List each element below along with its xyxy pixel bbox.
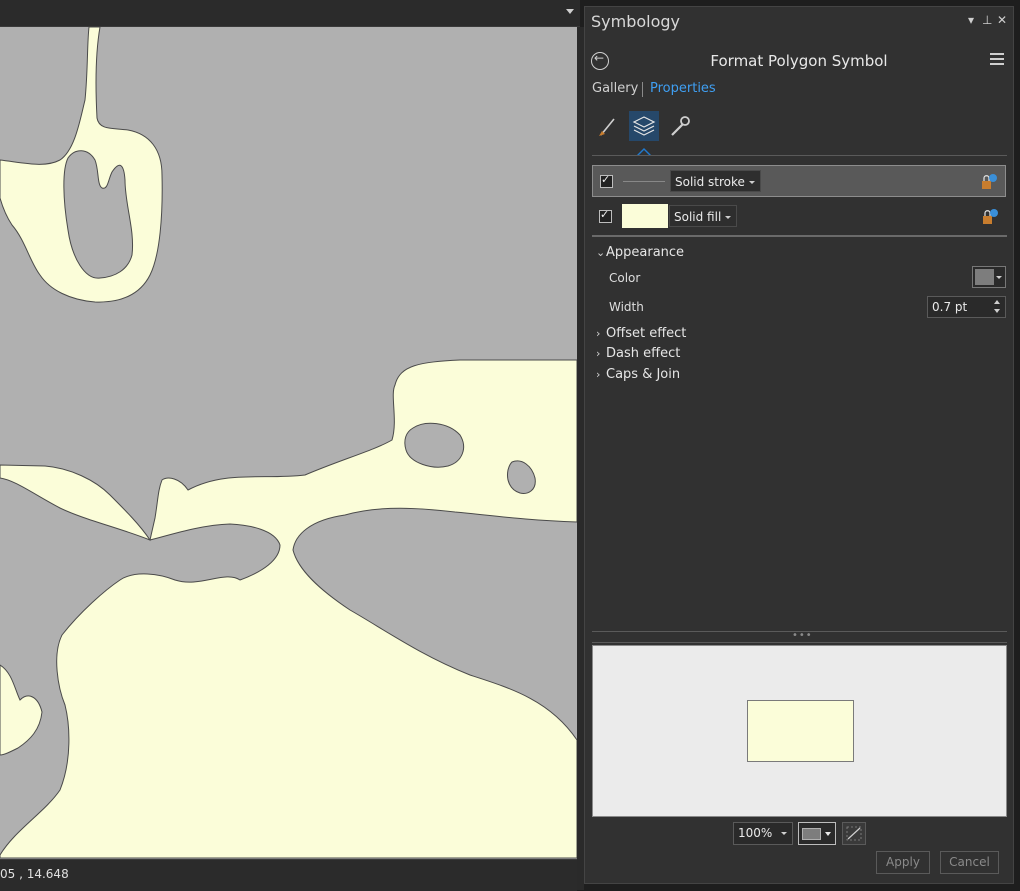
section-dash-effect[interactable]: › Dash effect xyxy=(596,346,680,361)
wrench-icon xyxy=(671,116,690,136)
layers-mode-button[interactable] xyxy=(629,111,659,141)
polygon-main-landmass xyxy=(0,359,577,859)
color-label: Color xyxy=(609,271,641,285)
symbol-layer-fill[interactable]: Solid fill xyxy=(592,201,1006,233)
structure-mode-button[interactable] xyxy=(665,111,695,141)
pane-menu-icon[interactable]: ▾ xyxy=(968,13,974,27)
map-polygons xyxy=(0,27,577,859)
symbol-preview xyxy=(592,645,1007,817)
layers-icon xyxy=(632,116,656,136)
map-view-tab-strip xyxy=(0,0,580,27)
section-label: Caps & Join xyxy=(606,367,681,382)
map-canvas[interactable] xyxy=(0,27,577,859)
paintbrush-icon xyxy=(599,118,615,136)
chevron-right-icon: › xyxy=(596,368,601,381)
hamburger-menu-icon[interactable] xyxy=(990,53,1004,66)
preview-polygon xyxy=(747,700,854,762)
map-view-dropdown-icon[interactable] xyxy=(566,9,574,14)
map-status-bar: 05 , 14.648 xyxy=(0,859,577,891)
stroke-swatch xyxy=(623,181,665,182)
color-picker[interactable] xyxy=(972,266,1006,288)
coordinate-readout: 05 , 14.648 xyxy=(0,867,69,881)
divider xyxy=(592,155,1007,156)
pane-divider[interactable] xyxy=(577,27,584,890)
preview-grid-toggle[interactable] xyxy=(842,822,866,845)
preview-splitter[interactable]: ••• xyxy=(592,631,1007,643)
tab-properties[interactable]: Properties xyxy=(650,81,716,96)
section-appearance[interactable]: ⌄Appearance xyxy=(596,245,684,260)
width-label: Width xyxy=(609,300,644,314)
grid-toggle-icon xyxy=(846,826,862,841)
close-icon[interactable]: ✕ xyxy=(997,13,1007,27)
symbol-mode-button[interactable] xyxy=(593,111,623,141)
width-value: 0.7 pt xyxy=(932,300,968,314)
section-label: Offset effect xyxy=(606,326,687,341)
tab-separator xyxy=(642,82,643,97)
preview-background-select[interactable] xyxy=(798,822,836,845)
chevron-down-icon: ⌄ xyxy=(596,246,606,259)
chevron-right-icon: › xyxy=(596,347,601,360)
color-lock-icon[interactable] xyxy=(982,208,999,225)
tab-gallery[interactable]: Gallery xyxy=(592,81,638,96)
cancel-button[interactable]: Cancel xyxy=(940,851,999,874)
color-lock-icon[interactable] xyxy=(981,173,998,190)
section-label: Appearance xyxy=(606,245,685,260)
section-label: Dash effect xyxy=(606,346,681,361)
divider xyxy=(592,235,1007,237)
pin-icon[interactable]: ⊥ xyxy=(982,13,992,27)
polygon-north-strip xyxy=(0,27,163,303)
color-chip xyxy=(975,269,994,285)
symbology-pane: Symbology ▾ ⊥ ✕ Format Polygon Symbol Ga… xyxy=(584,6,1014,884)
stroke-visibility-checkbox[interactable] xyxy=(600,173,613,188)
width-spinner[interactable] xyxy=(994,300,1002,314)
chevron-right-icon: › xyxy=(596,327,601,340)
background-chip xyxy=(802,828,821,840)
stroke-type-dropdown[interactable]: Solid stroke xyxy=(670,170,761,192)
symbol-layer-stroke[interactable]: Solid stroke xyxy=(592,165,1006,197)
width-input[interactable]: 0.7 pt xyxy=(927,296,1006,318)
fill-swatch xyxy=(622,204,668,228)
preview-zoom-select[interactable]: 100% xyxy=(733,822,793,845)
section-caps-join[interactable]: › Caps & Join xyxy=(596,367,680,382)
lake-east xyxy=(404,422,464,468)
fill-type-dropdown[interactable]: Solid fill xyxy=(669,205,738,227)
apply-button[interactable]: Apply xyxy=(876,851,930,874)
fill-visibility-checkbox[interactable] xyxy=(599,208,612,223)
format-title: Format Polygon Symbol xyxy=(710,52,888,70)
section-offset-effect[interactable]: › Offset effect xyxy=(596,326,686,341)
pane-title: Symbology xyxy=(591,12,681,31)
grip-icon: ••• xyxy=(792,630,813,641)
